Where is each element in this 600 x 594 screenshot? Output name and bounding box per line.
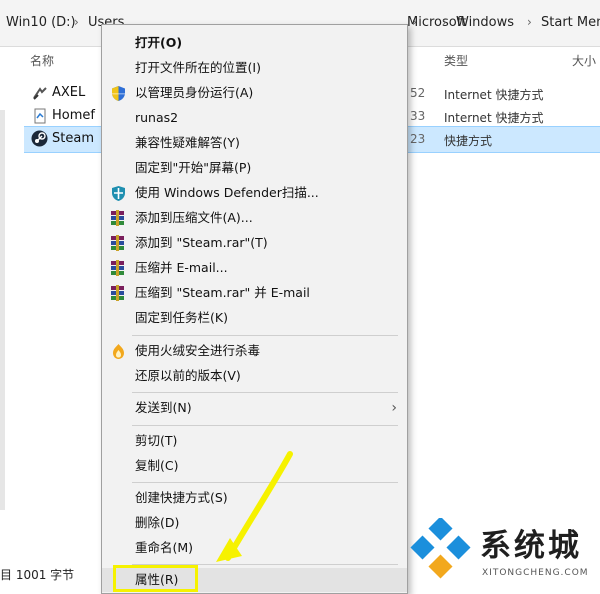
menu-item-label: 固定到任务栏(K) [135, 310, 228, 325]
breadcrumb-start-menu[interactable]: Start Men [541, 15, 600, 30]
column-header-name[interactable]: 名称 [30, 52, 54, 69]
navigation-pane-scrollbar[interactable] [0, 110, 5, 510]
menu-item-compress-steam-rar-email[interactable]: 压缩到 "Steam.rar" 并 E-mail [102, 281, 407, 305]
annotation-arrow-icon [210, 450, 300, 573]
menu-item-open-location[interactable]: 打开文件所在的位置(I) [102, 56, 407, 80]
menu-item-open[interactable]: 打开(O) [102, 31, 407, 55]
menu-item-label: 使用火绒安全进行杀毒 [135, 343, 261, 358]
menu-item-label: 添加到 "Steam.rar"(T) [135, 235, 268, 250]
menu-item-compatibility[interactable]: 兼容性疑难解答(Y) [102, 131, 407, 155]
file-date: 33 [410, 109, 426, 123]
winrar-icon [110, 210, 127, 227]
url-shortcut-icon [32, 108, 48, 124]
menu-item-compress-email[interactable]: 压缩并 E-mail... [102, 256, 407, 280]
breadcrumb-separator-icon: › [442, 15, 447, 29]
watermark-title: 系统城 [480, 528, 582, 564]
file-name[interactable]: Homef [52, 108, 95, 123]
breadcrumb-separator-icon: › [527, 15, 532, 29]
menu-item-label: runas2 [135, 110, 179, 125]
menu-item-label: 使用 Windows Defender扫描... [135, 185, 319, 200]
menu-item-run-as-admin[interactable]: 以管理员身份运行(A) [102, 81, 407, 105]
column-header-type[interactable]: 类型 [444, 52, 468, 69]
file-type: 快捷方式 [444, 134, 493, 148]
watermark-logo-icon [410, 516, 472, 583]
menu-item-label: 重命名(M) [135, 540, 194, 555]
menu-item-huorong-scan[interactable]: 使用火绒安全进行杀毒 [102, 339, 407, 363]
menu-item-label: 添加到压缩文件(A)... [135, 210, 253, 225]
menu-item-label: 打开(O) [135, 35, 183, 50]
huorong-icon [110, 343, 127, 360]
file-type: Internet 快捷方式 [444, 88, 544, 102]
status-bar-text: 目 1001 字节 [0, 568, 75, 582]
highlight-box [113, 565, 198, 592]
uac-shield-icon [110, 85, 127, 102]
chevron-right-icon: › [391, 400, 397, 416]
menu-item-label: 固定到"开始"屏幕(P) [135, 160, 252, 175]
menu-item-label: 复制(C) [135, 458, 179, 473]
watermark-url: XITONGCHENG.COM [482, 568, 589, 578]
breadcrumb-separator-icon: › [74, 15, 79, 29]
file-date: 23 [410, 132, 426, 146]
column-header-size[interactable]: 大小 [572, 52, 596, 69]
menu-item-label: 压缩到 "Steam.rar" 并 E-mail [135, 285, 310, 300]
winrar-icon [110, 235, 127, 252]
file-date: 52 [410, 86, 426, 100]
menu-item-label: 剪切(T) [135, 433, 178, 448]
menu-item-restore-previous[interactable]: 还原以前的版本(V) [102, 364, 407, 388]
file-name-selected[interactable]: Steam [52, 131, 94, 146]
menu-item-label: 以管理员身份运行(A) [135, 85, 254, 100]
breadcrumb-drive[interactable]: Win10 (D:) [6, 15, 76, 30]
menu-item-runas2[interactable]: runas2 [102, 106, 407, 130]
file-name[interactable]: AXEL [52, 85, 85, 100]
menu-separator [132, 392, 398, 393]
menu-item-label: 还原以前的版本(V) [135, 368, 241, 383]
menu-item-label: 压缩并 E-mail... [135, 260, 228, 275]
file-type: Internet 快捷方式 [444, 111, 544, 125]
menu-item-label: 发送到(N) [135, 400, 192, 415]
menu-item-add-to-archive[interactable]: 添加到压缩文件(A)... [102, 206, 407, 230]
menu-item-pin-to-taskbar[interactable]: 固定到任务栏(K) [102, 306, 407, 330]
menu-item-label: 删除(D) [135, 515, 180, 530]
menu-item-label: 打开文件所在的位置(I) [135, 60, 261, 75]
breadcrumb-windows[interactable]: Windows [456, 15, 514, 30]
menu-separator [132, 425, 398, 426]
defender-icon [110, 185, 127, 202]
steam-icon [31, 130, 48, 147]
menu-separator [132, 335, 398, 336]
winrar-icon [110, 260, 127, 277]
menu-item-pin-to-start[interactable]: 固定到"开始"屏幕(P) [102, 156, 407, 180]
menu-item-add-to-steam-rar[interactable]: 添加到 "Steam.rar"(T) [102, 231, 407, 255]
winrar-icon [110, 285, 127, 302]
url-shortcut-icon [32, 85, 48, 101]
menu-item-label: 兼容性疑难解答(Y) [135, 135, 240, 150]
menu-item-send-to[interactable]: 发送到(N) › [102, 396, 407, 420]
menu-item-defender-scan[interactable]: 使用 Windows Defender扫描... [102, 181, 407, 205]
